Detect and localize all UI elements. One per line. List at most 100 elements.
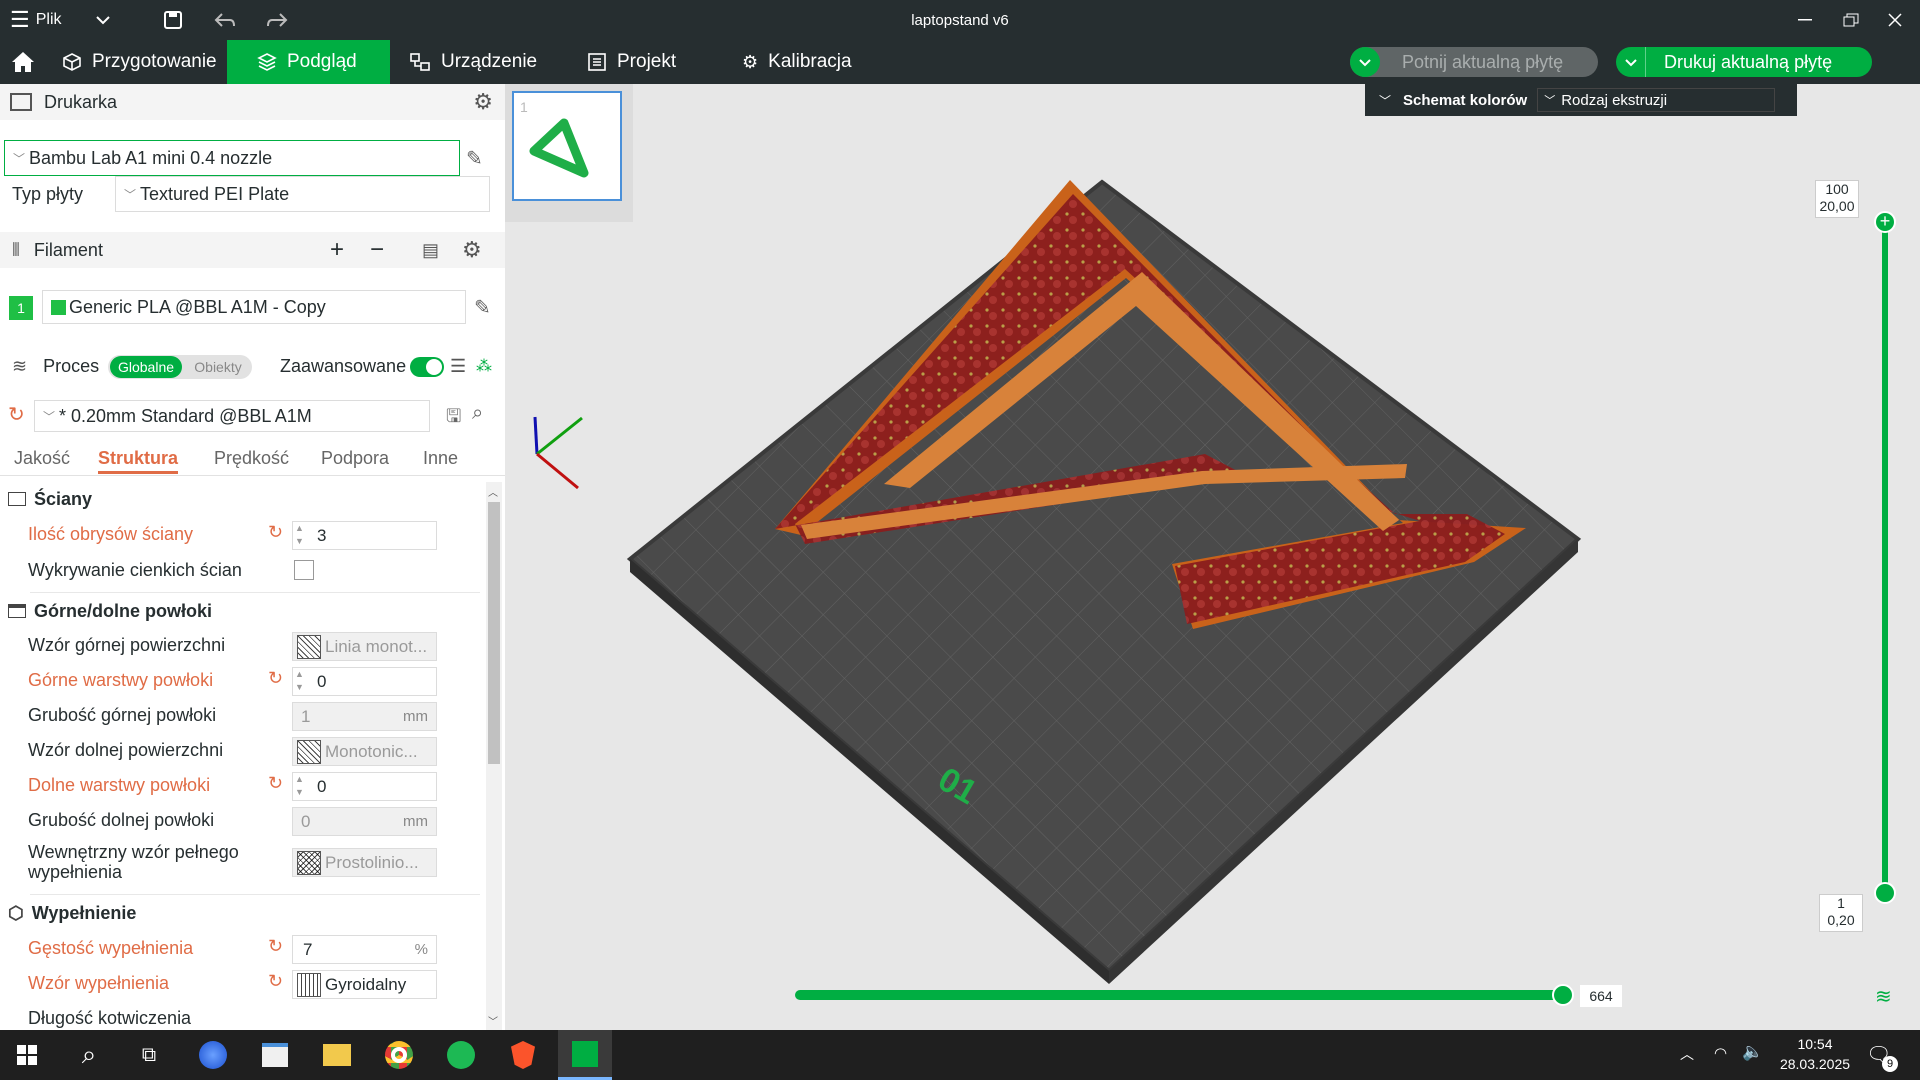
- reset-icon[interactable]: ↻: [268, 522, 283, 543]
- pattern-swatch-icon: [297, 972, 321, 997]
- scope-toggle[interactable]: Globalne Obiekty: [108, 355, 252, 379]
- minimize-icon[interactable]: [1790, 0, 1820, 40]
- tab-project[interactable]: Projekt: [575, 40, 705, 84]
- top-layers-input[interactable]: ▲ ▼ 0: [292, 667, 437, 696]
- bambu-studio-taskbar-icon[interactable]: [558, 1030, 612, 1080]
- tab-device[interactable]: Urządzenie: [395, 40, 565, 84]
- tab-prepare[interactable]: Przygotowanie: [50, 40, 227, 84]
- reset-icon[interactable]: ↻: [268, 971, 283, 992]
- system-tray-chevron-icon[interactable]: ︿: [1680, 1044, 1694, 1064]
- cortana-icon[interactable]: [186, 1030, 240, 1080]
- file-explorer-icon[interactable]: [310, 1030, 364, 1080]
- spin-arrows-icon[interactable]: ▲ ▼: [295, 773, 304, 799]
- reset-icon[interactable]: ↻: [268, 936, 283, 957]
- compare-icon[interactable]: ⁂: [476, 356, 492, 376]
- tab-strength[interactable]: Struktura: [98, 448, 179, 474]
- scroll-down-icon[interactable]: ﹀: [488, 1013, 498, 1028]
- store-icon[interactable]: [248, 1030, 302, 1080]
- layers-toggle-icon[interactable]: ≋: [1875, 984, 1892, 1009]
- filament-slot-badge[interactable]: 1: [9, 296, 33, 320]
- redo-icon[interactable]: [262, 0, 292, 40]
- bottom-thickness-label: Grubość dolnej powłoki: [28, 810, 215, 830]
- build-plate-scene: 01: [533, 179, 1582, 984]
- clock[interactable]: 10:54 28.03.2025: [1770, 1034, 1860, 1074]
- wall-loops-input[interactable]: ▲ ▼ 3: [292, 521, 437, 550]
- filament-select[interactable]: Generic PLA @BBL A1M - Copy: [42, 290, 466, 324]
- move-slider-track[interactable]: [795, 990, 1565, 1000]
- toggle-global[interactable]: Globalne: [110, 356, 182, 378]
- top-thickness-input[interactable]: 1 mm: [292, 702, 437, 731]
- edit-icon[interactable]: ✎: [474, 295, 491, 320]
- tab-others[interactable]: Inne: [423, 448, 458, 469]
- top-layers-label: Górne warstwy powłoki: [28, 670, 214, 690]
- remove-filament-icon[interactable]: −: [370, 236, 384, 264]
- chevron-down-icon[interactable]: [1616, 47, 1646, 77]
- close-icon[interactable]: [1880, 0, 1910, 40]
- save-preset-icon[interactable]: 🖫: [446, 404, 461, 434]
- print-plate-button[interactable]: Drukuj aktualną płytę: [1616, 47, 1872, 77]
- search-icon[interactable]: ⌕: [62, 1030, 116, 1080]
- plate-type-select[interactable]: ﹀ Textured PEI Plate: [115, 176, 490, 212]
- tab-calibration[interactable]: ⚙ Kalibracja: [730, 40, 880, 84]
- spotify-icon[interactable]: [434, 1030, 488, 1080]
- top-pattern-select[interactable]: Linia monot...: [292, 632, 437, 661]
- thin-walls-checkbox[interactable]: [294, 560, 314, 580]
- file-menu-button[interactable]: ☰ Plik: [10, 0, 62, 40]
- tab-preview[interactable]: Podgląd: [227, 40, 390, 84]
- advanced-switch[interactable]: [410, 357, 444, 377]
- spin-arrows-icon[interactable]: ▲ ▼: [295, 522, 304, 548]
- reset-icon[interactable]: ↻: [8, 402, 25, 427]
- spin-arrows-icon[interactable]: ▲ ▼: [295, 668, 304, 694]
- walls-icon: [8, 492, 26, 506]
- top-pattern-label: Wzór górnej powierzchni: [28, 635, 226, 655]
- windows-start-icon[interactable]: [0, 1030, 54, 1080]
- bottom-layers-input[interactable]: ▲ ▼ 0: [292, 772, 437, 801]
- wall-loops-row: Ilość obrysów ściany ↻ ▲ ▼ 3: [0, 518, 485, 553]
- bottom-thickness-input[interactable]: 0 mm: [292, 807, 437, 836]
- tab-quality[interactable]: Jakość: [14, 448, 70, 469]
- 3d-preview-viewport[interactable]: 1 ﹀ Schemat kolorów ﹀ Rodzaj ekstruzji 0…: [505, 84, 1920, 1030]
- brave-icon[interactable]: [496, 1030, 550, 1080]
- reset-icon[interactable]: ↻: [268, 773, 283, 794]
- add-filament-icon[interactable]: +: [330, 236, 344, 264]
- bottom-pattern-select[interactable]: Monotonic...: [292, 737, 437, 766]
- printer-model-value: Bambu Lab A1 mini 0.4 nozzle: [29, 147, 273, 168]
- task-view-icon[interactable]: ⧉: [122, 1030, 176, 1080]
- clock-time: 10:54: [1797, 1036, 1833, 1052]
- scrollbar-thumb[interactable]: [488, 502, 500, 764]
- wifi-icon[interactable]: ◠: [1714, 1044, 1727, 1062]
- toggle-objects[interactable]: Obiekty: [186, 356, 250, 378]
- home-icon[interactable]: [8, 46, 38, 78]
- printer-settings-gear-icon[interactable]: ⚙: [473, 89, 493, 115]
- chrome-icon[interactable]: [372, 1030, 426, 1080]
- filament-settings-gear-icon[interactable]: ⚙: [462, 237, 482, 263]
- shells-icon: [8, 604, 26, 618]
- layer-top-handle-plus-icon[interactable]: +: [1874, 211, 1896, 233]
- filament-color-swatch: [51, 299, 66, 315]
- printer-section-header: Drukarka ⚙: [0, 84, 505, 120]
- scroll-up-icon[interactable]: ︿: [488, 484, 498, 499]
- layer-bottom-handle[interactable]: [1874, 882, 1896, 904]
- infill-pattern-select[interactable]: Gyroidalny: [292, 970, 437, 999]
- printer-select[interactable]: ﹀ Bambu Lab A1 mini 0.4 nozzle: [4, 140, 460, 176]
- process-preset-select[interactable]: ﹀ * 0.20mm Standard @BBL A1M: [34, 400, 430, 432]
- settings-scrollbar[interactable]: ︿ ﹀: [486, 482, 502, 1030]
- move-slider-handle[interactable]: [1552, 984, 1574, 1006]
- restore-icon[interactable]: [1836, 0, 1866, 40]
- infill-density-input[interactable]: 7%: [292, 935, 437, 964]
- slice-plate-button[interactable]: Potnij aktualną płytę: [1350, 47, 1598, 77]
- search-icon[interactable]: ⌕: [472, 402, 483, 425]
- chevron-down-icon[interactable]: [1350, 47, 1380, 77]
- edit-icon[interactable]: ✎: [466, 146, 483, 171]
- save-icon[interactable]: [158, 0, 188, 40]
- undo-icon[interactable]: [210, 0, 240, 40]
- layer-slider-track[interactable]: [1882, 221, 1888, 891]
- chevron-down-icon[interactable]: [90, 0, 116, 40]
- list-view-icon[interactable]: ☰: [450, 356, 466, 377]
- reset-icon[interactable]: ↻: [268, 668, 283, 689]
- volume-icon[interactable]: 🔈: [1742, 1042, 1763, 1062]
- internal-pattern-select[interactable]: Prostolinio...: [292, 848, 437, 877]
- filament-sync-icon[interactable]: ▤: [422, 240, 439, 261]
- tab-support[interactable]: Podpora: [321, 448, 389, 469]
- tab-speed[interactable]: Prędkość: [214, 448, 289, 469]
